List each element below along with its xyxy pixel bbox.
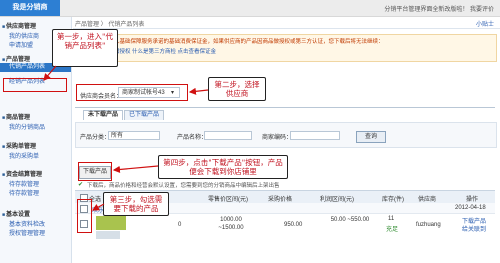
arrow-step1 [43, 65, 57, 81]
arrow-step3 [91, 203, 105, 211]
arrow-step2 [188, 87, 209, 95]
callout-arrows [43, 65, 209, 211]
arrow-step4 [112, 165, 159, 174]
